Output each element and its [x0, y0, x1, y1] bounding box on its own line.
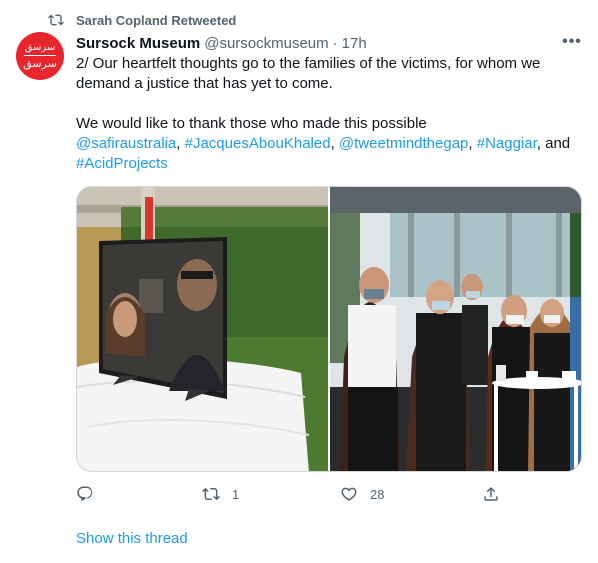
hashtag-link[interactable]: #JacquesAbouKhaled — [185, 135, 331, 152]
mention-separator: , and — [536, 135, 571, 152]
retweet-context[interactable]: Sarah Copland Retweeted — [48, 11, 236, 29]
author-handle[interactable]: @sursockmuseum — [204, 35, 328, 52]
avatar-logo-bottom: سرسق — [23, 57, 57, 70]
avatar-logo-top: ﺳﺮﺳﻖ — [24, 42, 56, 53]
share-icon — [484, 486, 498, 501]
mention-link[interactable]: @tweetmindthegap — [339, 135, 468, 152]
mention-link[interactable]: @safiraustralia — [76, 135, 176, 152]
share-button[interactable] — [482, 484, 500, 504]
tweet-header: Sursock Museum @sursockmuseum · 17h — [76, 33, 367, 53]
retweet-button[interactable]: 1 — [202, 484, 239, 504]
retweet-icon — [202, 487, 220, 501]
mention-separator: , — [176, 135, 185, 152]
tweet-actions: 1 28 — [76, 484, 506, 504]
header-separator: · — [332, 34, 338, 52]
hashtag-link[interactable]: #AcidProjects — [76, 155, 168, 172]
mention-separator: , — [468, 135, 477, 152]
author-name[interactable]: Sursock Museum — [76, 35, 200, 52]
heart-icon — [341, 487, 357, 501]
retweet-label: Sarah Copland Retweeted — [76, 12, 237, 28]
show-thread-link[interactable]: Show this thread — [76, 530, 188, 547]
avatar[interactable]: ﺳﺮﺳﻖ سرسق — [16, 32, 64, 80]
more-options-glyph: ••• — [562, 33, 582, 50]
tweet-mentions: @safiraustralia, #JacquesAbouKhaled, @tw… — [76, 134, 586, 174]
mention-separator: , — [330, 135, 339, 152]
media-photo-tv-screen[interactable] — [77, 187, 328, 471]
retweet-count: 1 — [232, 486, 240, 502]
tweet-text: 2/ Our heartfelt thoughts go to the fami… — [76, 54, 586, 174]
like-count: 28 — [370, 486, 385, 502]
like-button[interactable]: 28 — [340, 484, 384, 504]
retweet-icon — [48, 14, 64, 26]
media-grid — [76, 186, 582, 472]
reply-icon — [77, 486, 93, 502]
media-photo-mourners[interactable] — [330, 187, 581, 471]
more-options-icon[interactable]: ••• — [560, 32, 584, 52]
avatar-logo-divider — [24, 55, 56, 56]
tweet-timestamp[interactable]: 17h — [342, 35, 367, 52]
tweet-paragraph-1: 2/ Our heartfelt thoughts go to the fami… — [76, 55, 541, 92]
hashtag-link[interactable]: #Naggiar — [477, 135, 537, 152]
tweet-paragraph-2: We would like to thank those who made th… — [76, 115, 427, 132]
reply-button[interactable] — [76, 484, 106, 504]
